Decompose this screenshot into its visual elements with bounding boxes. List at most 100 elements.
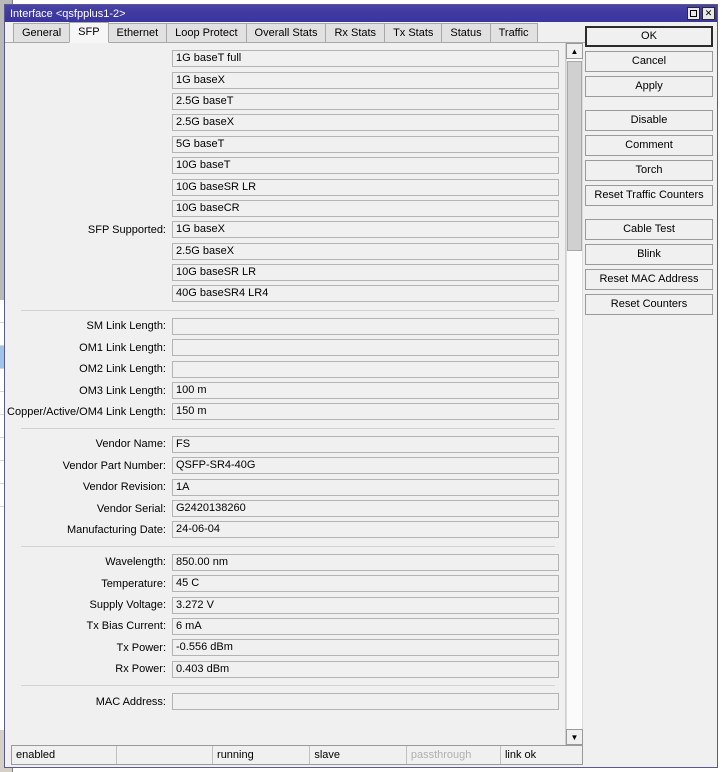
sfp-supported-value[interactable]: 40G baseSR4 LR4 <box>172 285 559 303</box>
rx-power-field[interactable]: 0.403 dBm <box>172 660 559 678</box>
sfp-supported-row: 2.5G baseX <box>5 112 565 133</box>
copper-om4-link-length-row: Copper/Active/OM4 Link Length: 150 m <box>5 401 565 422</box>
sfp-supported-value[interactable]: 2.5G baseX <box>172 114 559 132</box>
sfp-supported-value[interactable]: 10G baseT <box>172 157 559 175</box>
tab-tx-stats[interactable]: Tx Stats <box>384 23 443 42</box>
om3-link-length-field[interactable]: 100 m <box>172 382 559 400</box>
sfp-supported-row: 40G baseSR4 LR4 <box>5 283 565 304</box>
tab-sfp[interactable]: SFP <box>69 22 109 43</box>
om3-link-length-row: OM3 Link Length: 100 m <box>5 380 565 401</box>
vendor-name-field[interactable]: FS <box>172 435 559 453</box>
status-cell-enabled: enabled <box>12 746 118 764</box>
scrollbar-track[interactable] <box>566 59 583 729</box>
dialog-body: General SFP Ethernet Loop Protect Overal… <box>5 22 717 767</box>
scroll-down-icon[interactable]: ▼ <box>566 729 583 745</box>
window-controls: ✕ <box>687 7 715 20</box>
rx-power-label: Rx Power: <box>115 663 166 676</box>
tab-status[interactable]: Status <box>441 23 491 42</box>
sfp-supported-value[interactable]: 10G baseCR <box>172 199 559 217</box>
cancel-button[interactable]: Cancel <box>585 51 713 72</box>
status-cell-passthrough: passthrough <box>407 746 501 764</box>
rx-power-row: Rx Power: 0.403 dBm <box>5 659 565 680</box>
vendor-name-label: Vendor Name: <box>95 438 166 451</box>
vendor-serial-row: Vendor Serial: G2420138260 <box>5 498 565 519</box>
sfp-supported-row: 2.5G baseT <box>5 91 565 112</box>
vendor-name-row: Vendor Name: FS <box>5 434 565 455</box>
vendor-revision-field[interactable]: 1A <box>172 478 559 496</box>
sfp-supported-value[interactable]: 5G baseT <box>172 135 559 153</box>
status-bar: enabled running slave passthrough link o… <box>11 745 583 765</box>
temperature-label: Temperature: <box>101 577 166 590</box>
supply-voltage-field[interactable]: 3.272 V <box>172 596 559 614</box>
maximize-icon[interactable] <box>687 7 700 20</box>
torch-button[interactable]: Torch <box>585 160 713 181</box>
sfp-supported-value[interactable]: 10G baseSR LR <box>172 178 559 196</box>
om1-link-length-field[interactable] <box>172 339 559 357</box>
mac-address-row: MAC Address: <box>5 691 565 712</box>
mac-address-field[interactable] <box>172 693 559 711</box>
vendor-serial-field[interactable]: G2420138260 <box>172 500 559 517</box>
section-divider <box>21 427 555 429</box>
tx-power-field[interactable]: -0.556 dBm <box>172 639 559 657</box>
interface-dialog: Interface <qsfpplus1-2> ✕ General SFP Et… <box>4 4 718 768</box>
sm-link-length-row: SM Link Length: <box>5 316 565 337</box>
om1-link-length-label: OM1 Link Length: <box>79 341 166 354</box>
sfp-supported-value[interactable]: 1G baseX <box>172 221 559 239</box>
sfp-supported-value[interactable]: 1G baseT full <box>172 50 559 68</box>
wavelength-field[interactable]: 850.00 nm <box>172 553 559 571</box>
manufacturing-date-field[interactable]: 24-06-04 <box>172 521 559 539</box>
disable-button[interactable]: Disable <box>585 110 713 131</box>
tab-overall-stats[interactable]: Overall Stats <box>245 23 327 42</box>
tab-loop-protect[interactable]: Loop Protect <box>166 23 247 42</box>
reset-traffic-counters-button[interactable]: Reset Traffic Counters <box>585 185 713 206</box>
tab-general[interactable]: General <box>13 23 71 42</box>
cable-test-button[interactable]: Cable Test <box>585 219 713 240</box>
temperature-row: Temperature: 45 C <box>5 573 565 594</box>
section-divider <box>21 545 555 547</box>
dialog-titlebar[interactable]: Interface <qsfpplus1-2> ✕ <box>5 5 717 22</box>
om3-link-length-label: OM3 Link Length: <box>79 384 166 397</box>
manufacturing-date-row: Manufacturing Date: 24-06-04 <box>5 519 565 540</box>
scroll-up-icon[interactable]: ▲ <box>566 43 583 59</box>
blink-button[interactable]: Blink <box>585 244 713 265</box>
copper-om4-link-length-field[interactable]: 150 m <box>172 403 559 421</box>
sfp-supported-row: 2.5G baseX <box>5 241 565 262</box>
tx-power-label: Tx Power: <box>116 641 166 654</box>
tx-bias-current-field[interactable]: 6 mA <box>172 617 559 635</box>
om2-link-length-field[interactable] <box>172 360 559 378</box>
section-divider <box>21 309 555 311</box>
temperature-field[interactable]: 45 C <box>172 575 559 593</box>
scrollbar-thumb[interactable] <box>567 61 582 251</box>
tx-bias-current-row: Tx Bias Current: 6 mA <box>5 616 565 637</box>
vendor-revision-label: Vendor Revision: <box>82 481 166 494</box>
apply-button[interactable]: Apply <box>585 76 713 97</box>
sm-link-length-label: SM Link Length: <box>86 320 167 333</box>
sm-link-length-field[interactable] <box>172 317 559 335</box>
tab-ethernet[interactable]: Ethernet <box>107 23 168 42</box>
sfp-supported-value[interactable]: 2.5G baseT <box>172 92 559 110</box>
sfp-supported-row: 5G baseT <box>5 134 565 155</box>
tab-traffic[interactable]: Traffic <box>489 23 538 42</box>
wavelength-label: Wavelength: <box>105 556 166 569</box>
form-vertical-scrollbar[interactable]: ▲ ▼ <box>565 43 583 745</box>
vendor-part-number-field[interactable]: QSFP-SR4-40G <box>172 457 559 475</box>
manufacturing-date-label: Manufacturing Date: <box>66 523 166 536</box>
reset-counters-button[interactable]: Reset Counters <box>585 294 713 315</box>
vendor-part-number-row: Vendor Part Number: QSFP-SR4-40G <box>5 455 565 476</box>
vendor-revision-row: Vendor Revision: 1A <box>5 476 565 497</box>
close-icon[interactable]: ✕ <box>702 7 715 20</box>
status-cell-empty <box>117 746 214 764</box>
reset-mac-address-button[interactable]: Reset MAC Address <box>585 269 713 290</box>
sfp-supported-value[interactable]: 10G baseSR LR <box>172 264 559 282</box>
om2-link-length-row: OM2 Link Length: <box>5 358 565 379</box>
om1-link-length-row: OM1 Link Length: <box>5 337 565 358</box>
supply-voltage-label: Supply Voltage: <box>89 599 166 612</box>
tab-rx-stats[interactable]: Rx Stats <box>325 23 386 42</box>
vendor-part-number-label: Vendor Part Number: <box>62 459 166 472</box>
vendor-serial-label: Vendor Serial: <box>96 502 166 515</box>
left-column: General SFP Ethernet Loop Protect Overal… <box>5 22 585 767</box>
sfp-supported-value[interactable]: 1G baseX <box>172 71 559 89</box>
ok-button[interactable]: OK <box>585 26 713 47</box>
sfp-supported-value[interactable]: 2.5G baseX <box>172 242 559 260</box>
comment-button[interactable]: Comment <box>585 135 713 156</box>
